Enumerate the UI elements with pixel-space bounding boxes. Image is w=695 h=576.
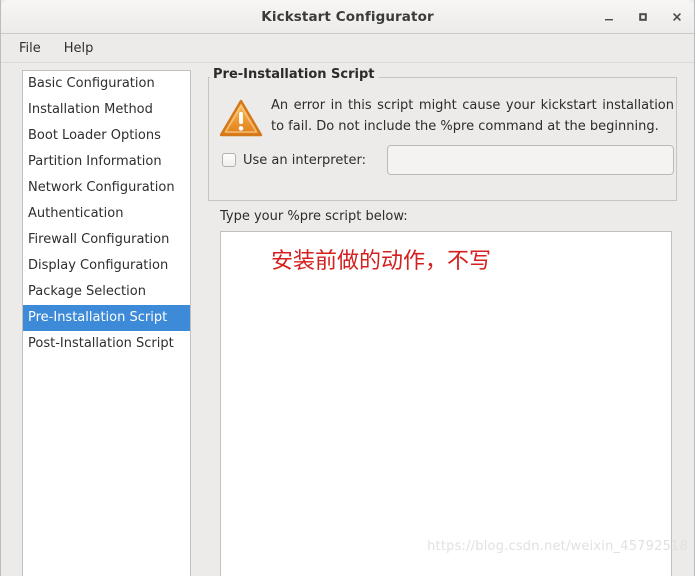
minimize-button[interactable] — [600, 8, 618, 26]
sidebar-item-package-selection[interactable]: Package Selection — [23, 279, 190, 305]
menu-bar: File Help — [1, 34, 694, 63]
sidebar-item-firewall-configuration[interactable]: Firewall Configuration — [23, 227, 190, 253]
sidebar-item-post-installation-script[interactable]: Post-Installation Script — [23, 331, 190, 357]
group-frame-title: Pre-Installation Script — [210, 67, 379, 82]
script-content: 安装前做的动作，不写 — [271, 249, 492, 274]
use-interpreter-label: Use an interpreter: — [243, 152, 366, 168]
sidebar-item-partition-information[interactable]: Partition Information — [23, 149, 190, 175]
menu-help[interactable]: Help — [54, 38, 104, 59]
maximize-button[interactable] — [634, 8, 652, 26]
section-list[interactable]: Basic Configuration Installation Method … — [22, 70, 191, 576]
sidebar-item-installation-method[interactable]: Installation Method — [23, 97, 190, 123]
script-instruction-label: Type your %pre script below: — [220, 209, 408, 224]
window-controls — [600, 0, 686, 33]
title-bar: Kickstart Configurator — [1, 0, 694, 34]
script-textarea[interactable]: 安装前做的动作，不写 — [220, 231, 672, 576]
window-title: Kickstart Configurator — [261, 8, 434, 25]
interpreter-input[interactable] — [386, 145, 674, 175]
sidebar-item-boot-loader-options[interactable]: Boot Loader Options — [23, 123, 190, 149]
close-button[interactable] — [668, 8, 686, 26]
use-interpreter-checkbox[interactable] — [222, 153, 236, 167]
sidebar-item-display-configuration[interactable]: Display Configuration — [23, 253, 190, 279]
sidebar-item-network-configuration[interactable]: Network Configuration — [23, 175, 190, 201]
menu-file[interactable]: File — [9, 38, 51, 59]
kickstart-configurator-window: Kickstart Configurator File Help Basic C… — [0, 0, 695, 576]
warning-row: An error in this script might cause your… — [219, 94, 674, 142]
main-content: Basic Configuration Installation Method … — [1, 63, 694, 576]
warning-triangle-icon — [219, 94, 271, 142]
sidebar-item-basic-configuration[interactable]: Basic Configuration — [23, 71, 190, 97]
sidebar-item-authentication[interactable]: Authentication — [23, 201, 190, 227]
sidebar-item-pre-installation-script[interactable]: Pre-Installation Script — [23, 305, 190, 331]
interpreter-row: Use an interpreter: — [222, 145, 674, 175]
warning-message: An error in this script might cause your… — [271, 98, 674, 134]
